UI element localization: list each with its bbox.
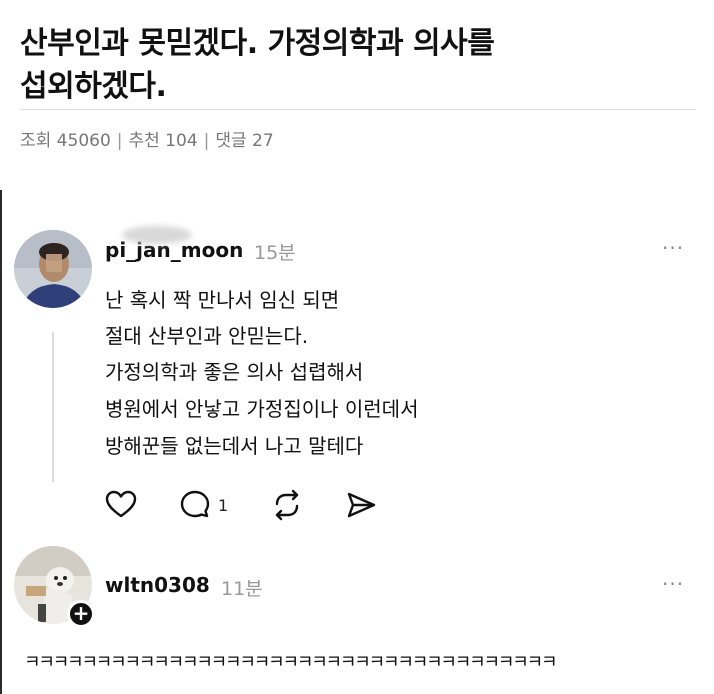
avatar[interactable] [14, 230, 92, 308]
repost-icon[interactable] [270, 488, 304, 522]
more-options-icon[interactable]: ··· [662, 236, 684, 260]
speech-bubble-icon[interactable] [178, 488, 212, 522]
comment-count: 댓글 27 [215, 131, 274, 151]
send-icon[interactable] [344, 488, 378, 522]
header-divider [20, 109, 696, 110]
comment-line: 절대 산부인과 안믿는다. [105, 324, 309, 348]
post-meta: 조회 45060 | 추천 104 | 댓글 27 [20, 131, 274, 151]
thread-line [52, 332, 54, 482]
time-ago: 15분 [254, 242, 296, 264]
time-ago: 11분 [221, 578, 263, 600]
username[interactable]: wltn0308 [105, 573, 210, 597]
view-count: 조회 45060 [20, 131, 111, 151]
name-blur [122, 226, 192, 244]
comment-line: 방해꾼들 없는데서 나고 말테다 [105, 434, 364, 458]
comment-line: 가정의학과 좋은 의사 섭렵해서 [105, 360, 364, 384]
follow-button[interactable]: + [67, 600, 95, 628]
comment-line: 난 혹시 짝 만나서 임신 되면 [105, 288, 340, 312]
post-title-line-2: 섭외하겠다. [20, 69, 167, 104]
comment-line: ㅋㅋㅋㅋㅋㅋㅋㅋㅋㅋㅋㅋㅋㅋㅋㅋㅋㅋㅋㅋㅋㅋㅋㅋㅋㅋㅋㅋㅋㅋㅋㅋㅋㅋㅋㅋㅋ [24, 652, 558, 673]
comment-line: 병원에서 안낳고 가정집이나 이런데서 [105, 397, 419, 421]
post-title-line-1: 산부인과 못믿겠다. 가정의학과 의사를 [20, 26, 495, 61]
post-header: 산부인과 못믿겠다. 가정의학과 의사를 섭외하겠다. [20, 22, 696, 108]
reply-count: 1 [218, 496, 229, 515]
recommend-count: 추천 104 [128, 131, 198, 151]
embed-border [0, 190, 2, 694]
heart-icon[interactable] [104, 488, 138, 522]
more-options-icon[interactable]: ··· [662, 572, 684, 596]
